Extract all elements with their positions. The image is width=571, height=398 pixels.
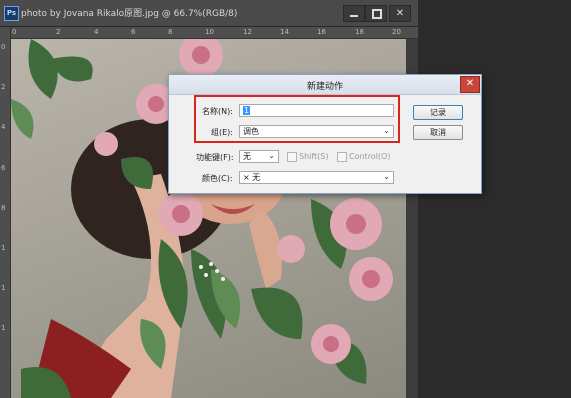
control-checkbox[interactable] [337,152,347,162]
shift-checkbox[interactable] [287,152,297,162]
close-window-button[interactable]: ✕ [389,5,411,22]
minimize-icon [350,15,358,17]
ruler-tick-label: 2 [1,83,6,91]
ruler-tick-label: 8 [168,28,173,36]
ruler-tick-label: 20 [392,28,401,36]
ruler-tick-label: 10 [205,28,214,36]
ruler-tick-label: 1 [1,324,6,332]
color-label: 颜色(C): [202,174,233,183]
ruler-tick-label: 6 [131,28,136,36]
ruler-tick-label: 16 [317,28,326,36]
ruler-tick-label: 4 [1,123,6,131]
ruler-tick-label: 8 [1,204,6,212]
color-select[interactable]: × 无 ⌄ [239,171,394,184]
minimize-button[interactable] [343,5,365,22]
vertical-ruler[interactable]: 0 2 4 6 8 1 1 1 [0,27,11,398]
close-icon: ✕ [395,8,405,19]
ruler-tick-label: 6 [1,164,6,172]
shift-label: Shift(S) [299,152,329,161]
document-title: photo by Jovana Rikalo原图.jpg @ 66.7%(RGB… [21,9,238,19]
dialog-title: 新建动作 [306,82,343,92]
ruler-tick-label: 18 [355,28,364,36]
horizontal-ruler[interactable]: 0 2 4 6 8 10 12 14 16 18 20 [10,27,418,39]
function-key-select[interactable]: 无 ⌄ [239,150,279,163]
ruler-tick-label: 1 [1,244,6,252]
ruler-tick-label: 0 [12,28,17,36]
record-button[interactable]: 记录 [413,105,463,120]
chevron-down-icon: ⌄ [268,151,275,160]
ruler-tick-label: 12 [243,28,252,36]
color-value: × 无 [243,173,261,182]
ruler-tick-label: 4 [94,28,99,36]
dialog-title-bar[interactable]: 新建动作 ✕ [169,75,481,95]
document-title-bar[interactable]: Ps photo by Jovana Rikalo原图.jpg @ 66.7%(… [0,0,418,27]
ruler-tick-label: 0 [1,43,6,51]
maximize-icon [372,9,382,19]
photoshop-icon: Ps [4,6,19,21]
ruler-tick-label: 2 [56,28,61,36]
ruler-tick-label: 14 [280,28,289,36]
cancel-button[interactable]: 取消 [413,125,463,140]
maximize-button[interactable] [365,5,387,22]
ruler-tick-label: 1 [1,284,6,292]
document-window: Ps photo by Jovana Rikalo原图.jpg @ 66.7%(… [0,0,418,398]
function-key-label: 功能键(F): [196,153,234,162]
control-label: Control(O) [349,152,391,161]
dialog-close-button[interactable]: ✕ [460,76,480,93]
function-key-value: 无 [243,152,251,161]
chevron-down-icon: ⌄ [383,172,390,181]
annotation-highlight-box [194,95,400,143]
